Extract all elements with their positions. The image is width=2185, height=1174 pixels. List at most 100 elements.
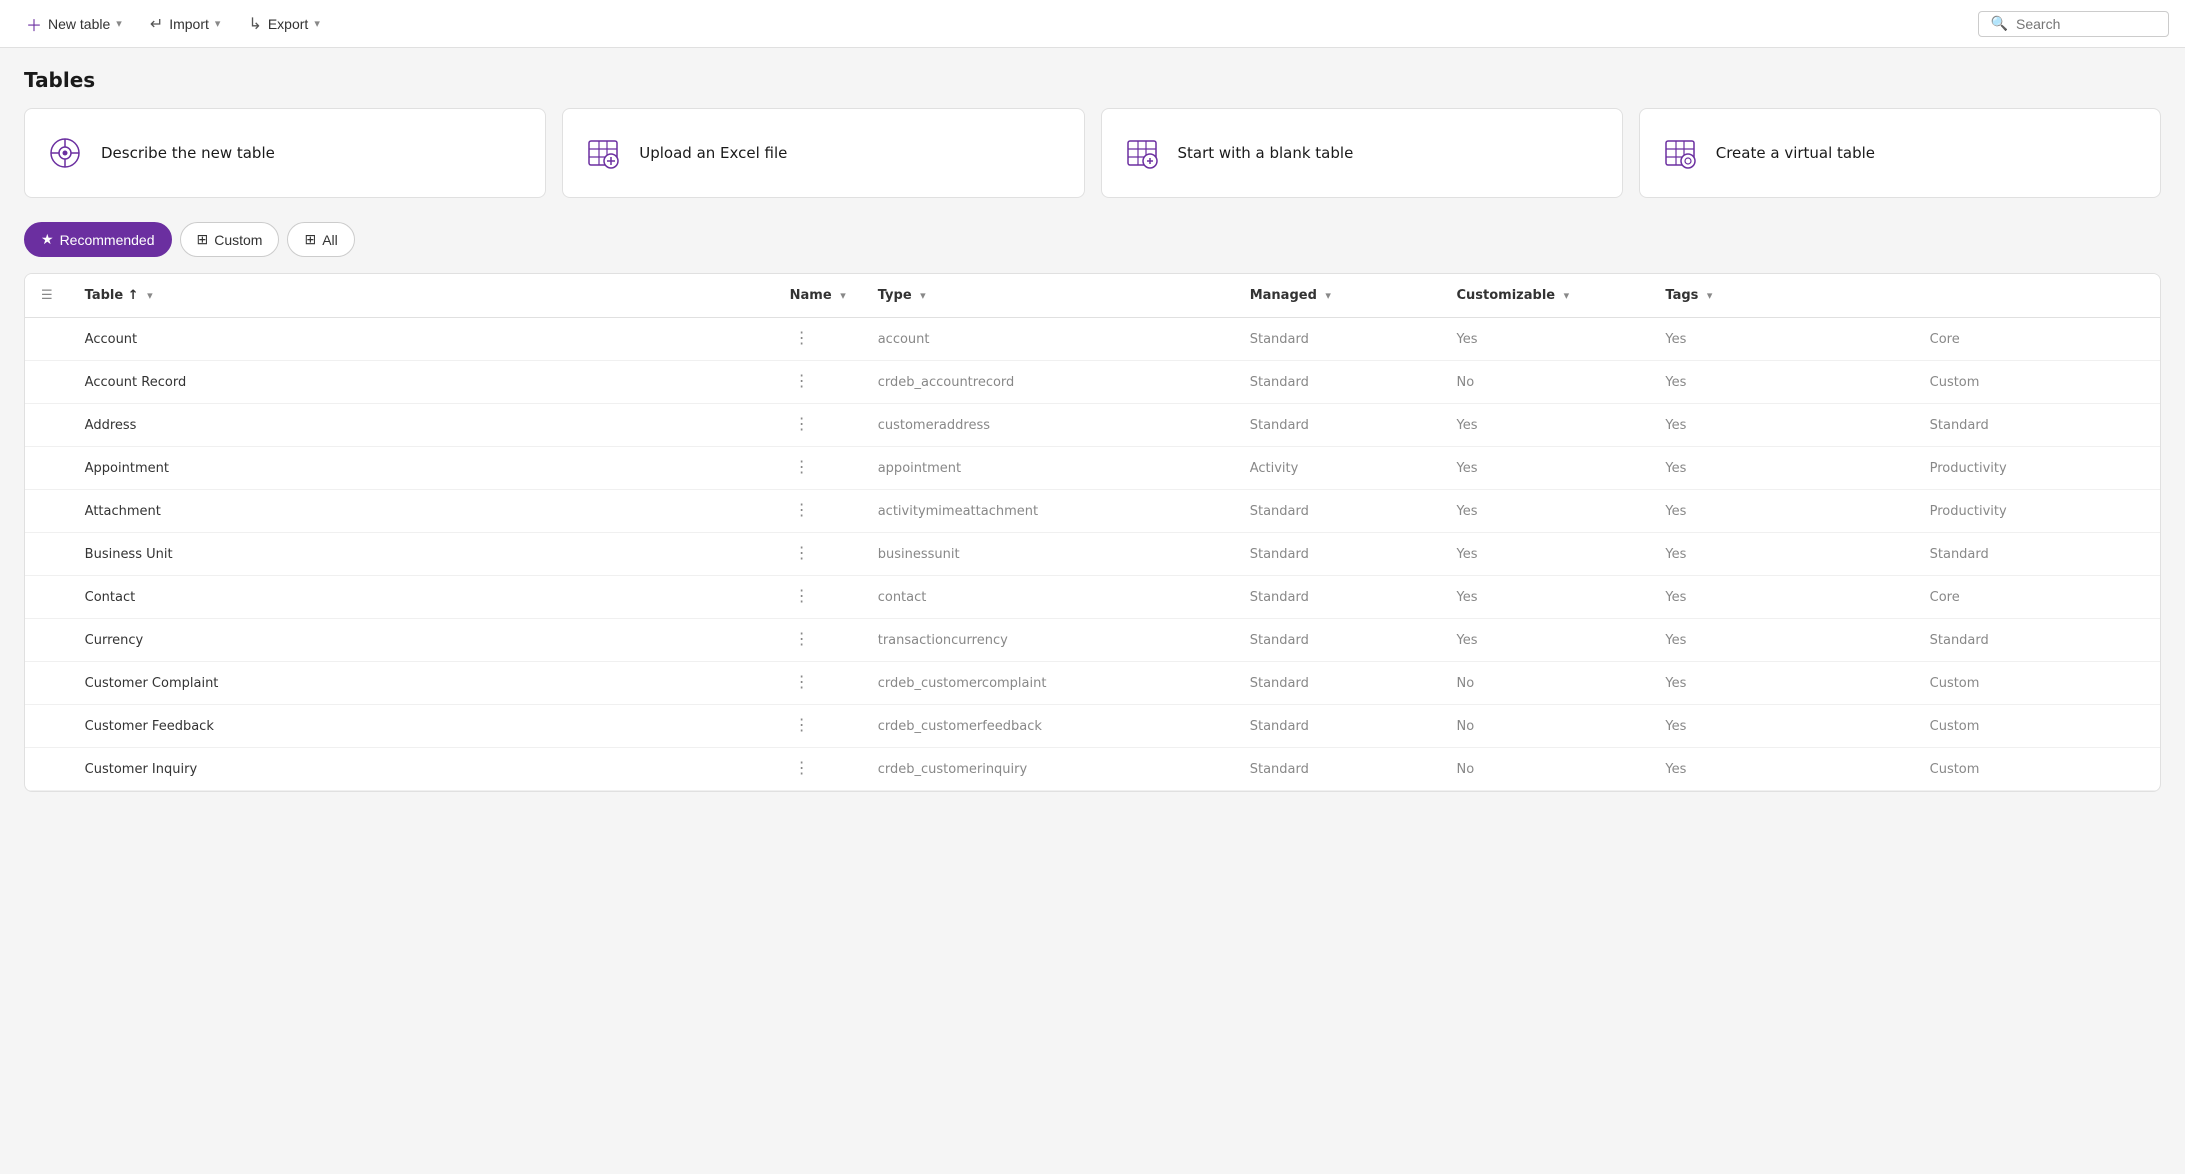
- cell-tags-6: Core: [1914, 576, 2160, 619]
- cell-more-6[interactable]: ⋮: [774, 576, 862, 619]
- cell-tags-4: Productivity: [1914, 490, 2160, 533]
- more-button-5[interactable]: ⋮: [790, 546, 814, 562]
- card-upload[interactable]: Upload an Excel file: [562, 108, 1084, 198]
- more-button-8[interactable]: ⋮: [790, 675, 814, 691]
- cell-managed-2: Yes: [1441, 404, 1650, 447]
- cell-managed-3: Yes: [1441, 447, 1650, 490]
- import-chevron-icon: ▾: [215, 17, 221, 30]
- search-box[interactable]: 🔍: [1978, 11, 2169, 37]
- export-button[interactable]: ↳ Export ▾: [238, 8, 329, 40]
- plus-icon: ＋: [26, 12, 42, 36]
- more-button-3[interactable]: ⋮: [790, 460, 814, 476]
- col-label-table: Table ↑: [85, 288, 139, 303]
- table-row: Appointment ⋮ appointment Activity Yes Y…: [25, 447, 2160, 490]
- filter-tab-recommended[interactable]: ★ Recommended: [24, 222, 172, 257]
- main-content: Tables Describe the new table Upload an …: [0, 48, 2185, 812]
- cell-type-2: Standard: [1234, 404, 1441, 447]
- col-header-table[interactable]: Table ↑ ▾: [69, 274, 774, 318]
- cell-table-7: Currency: [69, 619, 774, 662]
- row-icon-cell: [25, 318, 69, 361]
- cell-more-5[interactable]: ⋮: [774, 533, 862, 576]
- cell-type-10: Standard: [1234, 748, 1441, 791]
- col-header-customizable[interactable]: Customizable ▾: [1441, 274, 1650, 318]
- table-row: Attachment ⋮ activitymimeattachment Stan…: [25, 490, 2160, 533]
- more-button-1[interactable]: ⋮: [790, 374, 814, 390]
- cell-more-7[interactable]: ⋮: [774, 619, 862, 662]
- cell-name-6: contact: [862, 576, 1234, 619]
- cell-tags-3: Productivity: [1914, 447, 2160, 490]
- col-header-managed[interactable]: Managed ▾: [1234, 274, 1441, 318]
- cell-table-9: Customer Feedback: [69, 705, 774, 748]
- cell-type-9: Standard: [1234, 705, 1441, 748]
- cell-managed-6: Yes: [1441, 576, 1650, 619]
- describe-icon: [45, 133, 85, 173]
- cell-tags-7: Standard: [1914, 619, 2160, 662]
- cell-more-3[interactable]: ⋮: [774, 447, 862, 490]
- more-button-6[interactable]: ⋮: [790, 589, 814, 605]
- virtual-icon: [1660, 133, 1700, 173]
- more-button-4[interactable]: ⋮: [790, 503, 814, 519]
- sort-icon-managed: ▾: [1325, 289, 1331, 302]
- export-icon: ↳: [248, 14, 261, 34]
- row-icon-cell: [25, 490, 69, 533]
- cell-more-2[interactable]: ⋮: [774, 404, 862, 447]
- more-button-2[interactable]: ⋮: [790, 417, 814, 433]
- table-row: Business Unit ⋮ businessunit Standard Ye…: [25, 533, 2160, 576]
- filter-tabs: ★ Recommended ⊞ Custom ⊞ All: [24, 222, 2161, 257]
- cell-managed-0: Yes: [1441, 318, 1650, 361]
- table-row: Account ⋮ account Standard Yes Yes Core: [25, 318, 2160, 361]
- card-blank[interactable]: Start with a blank table: [1101, 108, 1623, 198]
- col-header-tags[interactable]: Tags ▾: [1649, 274, 1913, 318]
- cell-tags-9: Custom: [1914, 705, 2160, 748]
- cell-more-10[interactable]: ⋮: [774, 748, 862, 791]
- cards-row: Describe the new table Upload an Excel f…: [24, 108, 2161, 198]
- cell-table-6: Contact: [69, 576, 774, 619]
- col-header-type[interactable]: Type ▾: [862, 274, 1234, 318]
- cell-name-2: customeraddress: [862, 404, 1234, 447]
- more-button-9[interactable]: ⋮: [790, 718, 814, 734]
- cell-table-3: Appointment: [69, 447, 774, 490]
- cell-managed-9: No: [1441, 705, 1650, 748]
- cell-managed-7: Yes: [1441, 619, 1650, 662]
- upload-icon: [583, 133, 623, 173]
- recommended-tab-label: Recommended: [60, 232, 155, 248]
- toolbar: ＋ New table ▾ ↵ Import ▾ ↳ Export ▾ 🔍: [0, 0, 2185, 48]
- col-header-name[interactable]: Name ▾: [774, 274, 862, 318]
- cell-tags-8: Custom: [1914, 662, 2160, 705]
- card-label-upload: Upload an Excel file: [639, 144, 787, 162]
- filter-tab-all[interactable]: ⊞ All: [287, 222, 354, 257]
- cell-name-7: transactioncurrency: [862, 619, 1234, 662]
- col-label-customizable: Customizable: [1457, 288, 1556, 303]
- filter-tab-custom[interactable]: ⊞ Custom: [180, 222, 280, 257]
- table-row: Currency ⋮ transactioncurrency Standard …: [25, 619, 2160, 662]
- cell-more-9[interactable]: ⋮: [774, 705, 862, 748]
- card-describe[interactable]: Describe the new table: [24, 108, 546, 198]
- cell-customizable-2: Yes: [1649, 404, 1913, 447]
- cell-more-0[interactable]: ⋮: [774, 318, 862, 361]
- cell-more-8[interactable]: ⋮: [774, 662, 862, 705]
- cell-tags-10: Custom: [1914, 748, 2160, 791]
- cell-more-1[interactable]: ⋮: [774, 361, 862, 404]
- cell-customizable-6: Yes: [1649, 576, 1913, 619]
- cell-table-5: Business Unit: [69, 533, 774, 576]
- more-button-7[interactable]: ⋮: [790, 632, 814, 648]
- card-virtual[interactable]: Create a virtual table: [1639, 108, 2161, 198]
- cell-table-0: Account: [69, 318, 774, 361]
- search-input[interactable]: [2016, 16, 2156, 32]
- table-container: ☰ Table ↑ ▾Name ▾Type ▾Managed ▾Customiz…: [24, 273, 2161, 792]
- import-button[interactable]: ↵ Import ▾: [140, 8, 231, 40]
- more-button-10[interactable]: ⋮: [790, 761, 814, 777]
- cell-customizable-10: Yes: [1649, 748, 1913, 791]
- cell-name-4: activitymimeattachment: [862, 490, 1234, 533]
- cell-customizable-7: Yes: [1649, 619, 1913, 662]
- new-table-button[interactable]: ＋ New table ▾: [16, 6, 132, 42]
- cell-managed-4: Yes: [1441, 490, 1650, 533]
- cell-customizable-4: Yes: [1649, 490, 1913, 533]
- all-tab-label: All: [322, 232, 338, 248]
- cell-table-1: Account Record: [69, 361, 774, 404]
- cell-table-10: Customer Inquiry: [69, 748, 774, 791]
- row-icon-cell: [25, 404, 69, 447]
- more-button-0[interactable]: ⋮: [790, 331, 814, 347]
- cell-managed-10: No: [1441, 748, 1650, 791]
- cell-more-4[interactable]: ⋮: [774, 490, 862, 533]
